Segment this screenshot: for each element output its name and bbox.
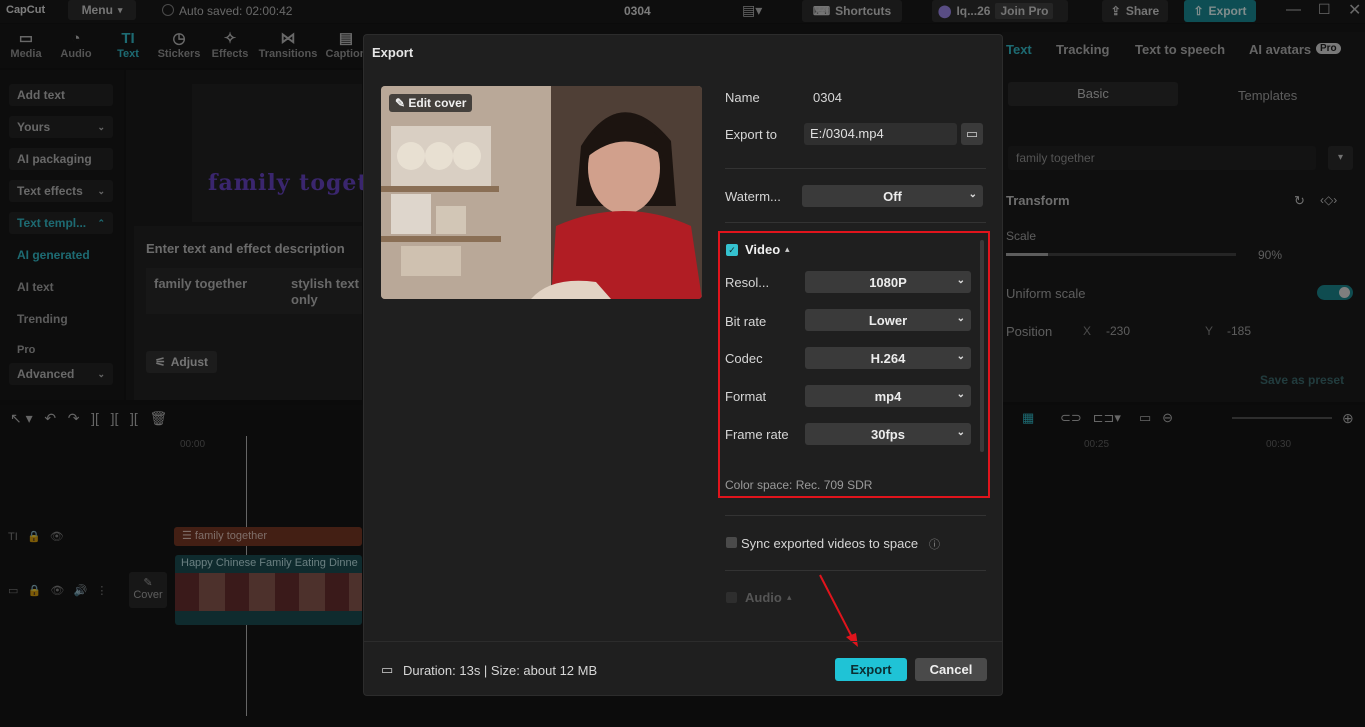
folder-icon[interactable]: ▭ bbox=[961, 123, 983, 145]
caret-up-icon[interactable]: ▴ bbox=[785, 244, 790, 255]
export-button[interactable]: Export bbox=[835, 658, 907, 681]
annotation-arrow bbox=[819, 574, 858, 647]
video-section-label: Video bbox=[745, 242, 781, 257]
chevron-down-icon: ⌄ bbox=[956, 389, 965, 400]
caret-up-icon[interactable]: ▴ bbox=[787, 592, 792, 603]
bitrate-label: Bit rate bbox=[725, 314, 767, 329]
chevron-down-icon: ⌄ bbox=[968, 189, 977, 200]
duration-size-info: Duration: 13s | Size: about 12 MB bbox=[403, 663, 598, 678]
format-select[interactable]: mp4 ⌄ bbox=[805, 385, 971, 407]
export-dialog: Export ✎ Edit cover Name 0304 Export to … bbox=[363, 34, 1003, 696]
settings-scrollbar[interactable] bbox=[980, 240, 984, 452]
pencil-icon: ✎ bbox=[395, 96, 409, 110]
dialog-title: Export bbox=[372, 45, 414, 60]
frame-rate-label: Frame rate bbox=[725, 427, 789, 442]
bitrate-select[interactable]: Lower ⌄ bbox=[805, 309, 971, 331]
resolution-label: Resol... bbox=[725, 275, 770, 290]
film-icon: ▭ bbox=[381, 662, 394, 677]
audio-section-label: Audio bbox=[745, 590, 782, 605]
cancel-button[interactable]: Cancel bbox=[915, 658, 987, 681]
export-to-label: Export to bbox=[725, 127, 778, 142]
frame-rate-select[interactable]: 30fps ⌄ bbox=[805, 423, 971, 445]
cover-image bbox=[381, 86, 702, 299]
export-path-input[interactable]: E:/0304.mp4 bbox=[804, 123, 957, 145]
info-icon[interactable]: ⓘ bbox=[929, 536, 940, 552]
watermark-label: Waterm... bbox=[725, 189, 781, 204]
watermark-select[interactable]: Off ⌄ bbox=[802, 185, 983, 207]
chevron-down-icon: ⌄ bbox=[956, 313, 965, 324]
audio-checkbox[interactable] bbox=[726, 592, 737, 603]
name-label: Name bbox=[725, 90, 760, 105]
codec-label: Codec bbox=[725, 351, 763, 366]
codec-select[interactable]: H.264 ⌄ bbox=[805, 347, 971, 369]
sync-label: Sync exported videos to space bbox=[741, 536, 919, 551]
edit-cover-button[interactable]: ✎ Edit cover bbox=[389, 94, 473, 112]
color-space-info: Color space: Rec. 709 SDR bbox=[725, 478, 873, 492]
cover-preview[interactable]: ✎ Edit cover bbox=[381, 86, 702, 299]
resolution-select[interactable]: 1080P ⌄ bbox=[805, 271, 971, 293]
video-checkbox[interactable]: ✓ bbox=[726, 244, 738, 256]
chevron-down-icon: ⌄ bbox=[956, 427, 965, 438]
chevron-down-icon: ⌄ bbox=[956, 351, 965, 362]
format-label: Format bbox=[725, 389, 767, 404]
chevron-down-icon: ⌄ bbox=[956, 275, 965, 286]
sync-checkbox[interactable] bbox=[726, 537, 737, 548]
name-input[interactable]: 0304 bbox=[813, 90, 842, 105]
